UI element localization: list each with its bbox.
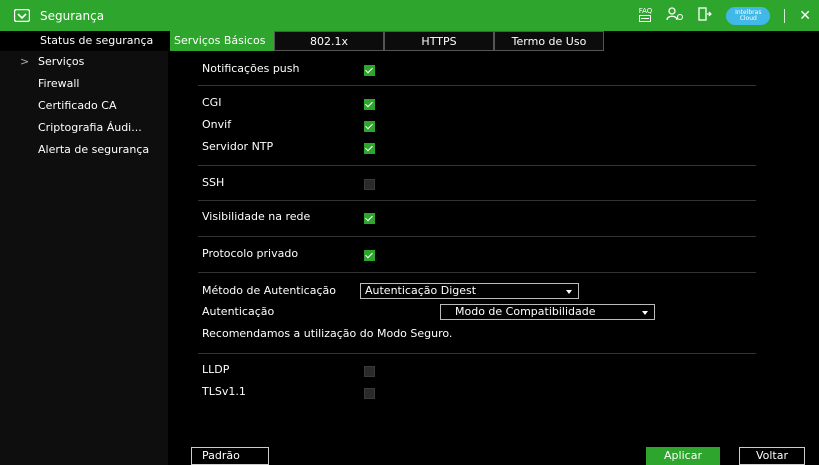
divider (784, 8, 786, 23)
sidebar-item-firewall[interactable]: Firewall (0, 73, 168, 95)
network-visibility-checkbox[interactable] (364, 213, 375, 224)
sidebar-item-certificado-ca[interactable]: Certificado CA (0, 95, 168, 117)
recommendation-text: Recomendamos a utilização do Modo Seguro… (202, 327, 453, 340)
ssh-checkbox[interactable] (364, 179, 375, 190)
faq-icon (639, 14, 652, 22)
faq-button[interactable]: FAQ (638, 6, 653, 24)
cloud-label: Intelbras Cloud (735, 8, 762, 22)
user-icon[interactable] (666, 7, 684, 24)
sidebar-item-label: Alerta de segurança (38, 143, 150, 156)
tab-servicos-basicos[interactable]: Serviços Básicos (170, 31, 274, 51)
sidebar-item-label: Certificado CA (38, 99, 117, 112)
ntp-server-label: Servidor NTP (202, 140, 274, 153)
tlsv11-checkbox[interactable] (364, 388, 375, 399)
close-icon[interactable]: ✕ (799, 8, 811, 24)
cloud-button[interactable]: Intelbras Cloud (726, 6, 771, 25)
sidebar-item-label: Serviços (38, 55, 85, 68)
shield-icon (14, 9, 30, 23)
window-title: Segurança (40, 8, 105, 23)
tlsv11-label: TLSv1.1 (202, 385, 246, 398)
sidebar-item-alerta-seguranca[interactable]: Alerta de segurança (0, 139, 168, 161)
onvif-checkbox[interactable] (364, 121, 375, 132)
auth-method-value: Autenticação Digest (365, 284, 477, 297)
tab-https[interactable]: HTTPS (384, 31, 494, 51)
network-visibility-label: Visibilidade na rede (202, 210, 311, 223)
sidebar: > Serviços Firewall Certificado CA Cript… (0, 51, 168, 465)
lldp-checkbox[interactable] (364, 366, 375, 377)
services-panel: Notificações push CGI Onvif Servidor NTP… (168, 51, 819, 465)
authentication-label: Autenticação (202, 305, 275, 318)
ntp-server-checkbox[interactable] (364, 143, 375, 154)
divider (198, 85, 756, 86)
default-button[interactable]: Padrão (191, 447, 269, 465)
divider (198, 236, 756, 237)
chevron-right-icon: > (20, 55, 30, 68)
sidebar-item-criptografia-audio[interactable]: Criptografia Áudi... (0, 117, 168, 139)
chevron-down-icon (566, 290, 572, 294)
divider (198, 200, 756, 201)
auth-method-select[interactable]: Autenticação Digest (360, 283, 579, 299)
private-protocol-checkbox[interactable] (364, 250, 375, 261)
lldp-label: LLDP (202, 363, 230, 376)
auth-method-label: Método de Autenticação (202, 284, 336, 297)
logout-icon[interactable] (698, 7, 713, 24)
cgi-label: CGI (202, 96, 222, 109)
divider (198, 353, 756, 354)
onvif-label: Onvif (202, 118, 232, 131)
title-bar: Segurança FAQ Intelbras Cloud ✕ (0, 0, 819, 31)
tab-status-seguranca[interactable]: Status de segurança (40, 31, 153, 51)
apply-button[interactable]: Aplicar (646, 447, 720, 465)
cgi-checkbox[interactable] (364, 99, 375, 110)
divider (198, 272, 756, 273)
private-protocol-label: Protocolo privado (202, 247, 299, 260)
push-notifications-checkbox[interactable] (364, 65, 375, 76)
tab-8021x[interactable]: 802.1x (274, 31, 384, 51)
back-button[interactable]: Voltar (739, 447, 805, 465)
sidebar-item-label: Firewall (38, 77, 80, 90)
divider (198, 165, 756, 166)
sidebar-item-label: Criptografia Áudi... (38, 121, 142, 134)
tab-termo-de-uso[interactable]: Termo de Uso (494, 31, 604, 51)
chevron-down-icon (642, 311, 648, 315)
sidebar-item-servicos[interactable]: > Serviços (0, 51, 168, 73)
ssh-label: SSH (202, 176, 225, 189)
authentication-value: Modo de Compatibilidade (455, 305, 596, 318)
push-notifications-label: Notificações push (202, 62, 300, 75)
authentication-select[interactable]: Modo de Compatibilidade (440, 304, 655, 320)
faq-label: FAQ (638, 6, 653, 15)
tab-bar: Status de segurança Serviços Básicos 802… (0, 31, 819, 51)
